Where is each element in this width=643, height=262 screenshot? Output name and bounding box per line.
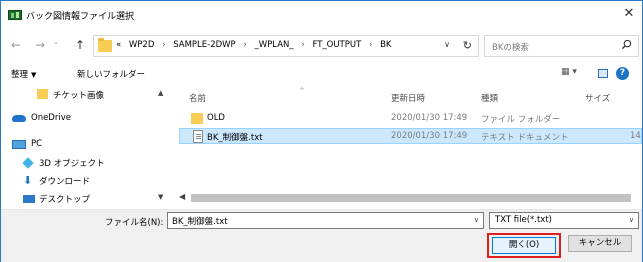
organize-button[interactable]: 整理 ▼ xyxy=(11,68,36,80)
sort-arrow-icon: ^ xyxy=(299,87,305,95)
nav-item-label: OneDrive xyxy=(31,113,71,123)
breadcrumb: « WP2D › SAMPLE-2DWP › _WPLAN_ › FT_OUTP… xyxy=(116,40,392,50)
open-button-highlight: 開く(O) xyxy=(487,233,561,258)
breadcrumb-separator[interactable]: › xyxy=(369,40,372,50)
file-name: OLD xyxy=(207,113,225,123)
scroll-left-arrow-icon[interactable]: ◀ xyxy=(179,192,185,201)
nav-item-ticket-images[interactable]: チケット画像 xyxy=(9,87,165,103)
file-list-header: ^ 名前 更新日時 種類 サイズ xyxy=(179,87,642,107)
chevron-down-icon: ▼ xyxy=(31,71,37,79)
folder-icon xyxy=(37,89,48,99)
recent-locations-icon[interactable]: ⌄ xyxy=(53,38,59,46)
file-name: BK_制御盤.txt xyxy=(207,133,263,143)
column-header-type[interactable]: 種類 xyxy=(481,92,498,104)
breadcrumb-separator[interactable]: › xyxy=(243,40,246,50)
filetype-value: TXT file(*.txt) xyxy=(495,215,552,225)
horizontal-scrollbar[interactable]: ◀ xyxy=(179,192,642,204)
folder-icon xyxy=(98,38,112,52)
breadcrumb-item-wplan[interactable]: _WPLAN_ xyxy=(255,40,294,50)
file-list: ^ 名前 更新日時 種類 サイズ OLD 2020/01/30 17:49 ファ… xyxy=(179,87,642,191)
download-icon: ⬇ xyxy=(23,174,33,187)
open-button[interactable]: 開く(O) xyxy=(492,237,556,254)
cancel-button[interactable]: キャンセル xyxy=(568,235,632,252)
navigation-pane: チケット画像 OneDrive PC 3D オブジェクト ⬇ ダウンロード デス… xyxy=(9,87,173,207)
nav-item-label: ダウンロード xyxy=(39,177,91,187)
cloud-icon xyxy=(12,115,26,122)
search-input[interactable]: BKの検索 xyxy=(484,35,639,57)
filename-input[interactable]: BK_制御盤.txt ∨ xyxy=(167,212,484,229)
chevron-down-icon[interactable]: ∨ xyxy=(444,40,450,49)
forward-button[interactable]: → xyxy=(31,37,49,53)
text-file-icon xyxy=(193,130,203,143)
filename-value: BK_制御盤.txt xyxy=(172,217,228,227)
nav-item-label: 3D オブジェクト xyxy=(39,159,105,169)
pc-icon xyxy=(12,140,26,149)
breadcrumb-item-wp2d[interactable]: WP2D xyxy=(129,40,154,50)
title-bar: バック図情報ファイル選択 ✕ xyxy=(1,1,642,29)
file-size: 14 KB xyxy=(630,131,642,141)
view-options-icon[interactable]: ▦ ▾ xyxy=(561,67,577,77)
file-type: テキスト ドキュメント xyxy=(481,133,569,143)
breadcrumb-item-ft-output[interactable]: FT_OUTPUT xyxy=(312,40,361,50)
nav-item-downloads[interactable]: ⬇ ダウンロード xyxy=(9,173,165,189)
back-button[interactable]: ← xyxy=(7,37,25,53)
file-row-selected[interactable]: BK_制御盤.txt 2020/01/30 17:49 テキスト ドキュメント … xyxy=(179,128,642,144)
new-folder-button[interactable]: 新しいフォルダー xyxy=(77,68,145,80)
filename-label: ファイル名(N): xyxy=(105,218,164,228)
dialog-footer: ファイル名(N): BK_制御盤.txt ∨ TXT file(*.txt) ∨… xyxy=(1,209,642,262)
nav-item-label: デスクトップ xyxy=(39,195,91,205)
nav-item-label: PC xyxy=(31,139,43,149)
app-icon xyxy=(8,10,22,20)
chevron-down-icon[interactable]: ∨ xyxy=(474,216,479,224)
search-placeholder: BKの検索 xyxy=(492,43,529,53)
file-open-dialog: バック図情報ファイル選択 ✕ ← → ⌄ ↑ « WP2D › SAMPLE-2… xyxy=(0,0,643,262)
cube-icon xyxy=(22,157,34,169)
scrollbar-thumb[interactable] xyxy=(191,194,631,202)
filetype-select[interactable]: TXT file(*.txt) ∨ xyxy=(489,212,639,229)
desktop-icon xyxy=(23,195,35,203)
column-header-name[interactable]: 名前 xyxy=(189,92,206,104)
breadcrumb-item-bk[interactable]: BK xyxy=(380,40,391,50)
file-type: ファイル フォルダー xyxy=(481,115,561,125)
up-button[interactable]: ↑ xyxy=(71,37,89,53)
breadcrumb-separator[interactable]: › xyxy=(301,40,304,50)
column-header-size[interactable]: サイズ xyxy=(585,92,610,104)
nav-item-desktop[interactable]: デスクトップ xyxy=(9,191,165,207)
chevron-down-icon[interactable]: ∨ xyxy=(629,216,634,224)
organize-label: 整理 xyxy=(11,70,29,80)
command-bar: 整理 ▼ 新しいフォルダー ▦ ▾ ? xyxy=(1,63,642,85)
window-title: バック図情報ファイル選択 xyxy=(26,12,135,22)
nav-item-pc[interactable]: PC xyxy=(9,137,165,153)
folder-icon xyxy=(191,113,203,124)
help-icon[interactable]: ? xyxy=(616,67,629,80)
breadcrumb-item-sample[interactable]: SAMPLE-2DWP xyxy=(173,40,235,50)
refresh-icon[interactable]: ↻ xyxy=(463,39,472,52)
breadcrumb-separator[interactable]: › xyxy=(162,40,165,50)
column-header-modified[interactable]: 更新日時 xyxy=(391,92,425,104)
nav-item-label: チケット画像 xyxy=(53,91,105,101)
scroll-down-arrow-icon[interactable]: ▼ xyxy=(158,193,163,201)
nav-item-onedrive[interactable]: OneDrive xyxy=(9,111,165,127)
file-modified: 2020/01/30 17:49 xyxy=(391,131,468,141)
file-row[interactable]: OLD 2020/01/30 17:49 ファイル フォルダー xyxy=(179,111,642,127)
file-modified: 2020/01/30 17:49 xyxy=(391,113,468,123)
breadcrumb-overflow[interactable]: « xyxy=(116,40,121,50)
close-button[interactable]: ✕ xyxy=(616,1,642,29)
address-bar[interactable]: « WP2D › SAMPLE-2DWP › _WPLAN_ › FT_OUTP… xyxy=(93,35,479,57)
preview-pane-icon[interactable] xyxy=(598,69,608,78)
navigation-row: ← → ⌄ ↑ « WP2D › SAMPLE-2DWP › _WPLAN_ ›… xyxy=(1,33,642,59)
scroll-up-arrow-icon[interactable]: ▲ xyxy=(158,89,163,97)
nav-item-3d-objects[interactable]: 3D オブジェクト xyxy=(9,155,165,171)
search-icon xyxy=(621,39,632,50)
